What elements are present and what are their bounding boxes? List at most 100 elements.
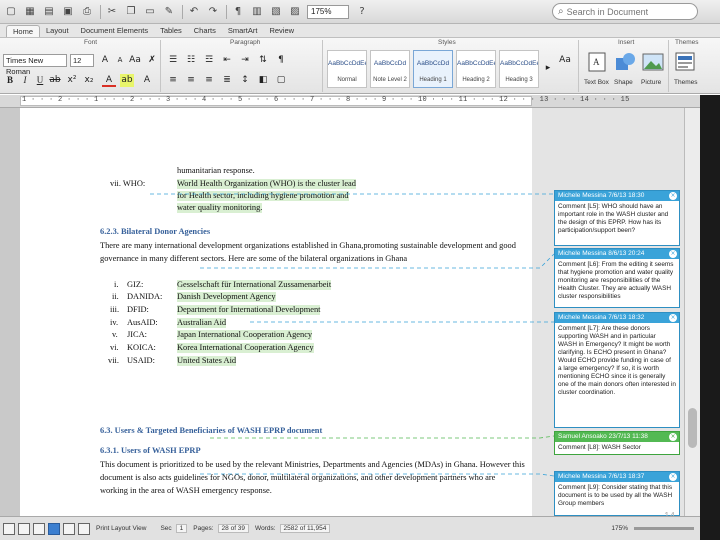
strikethrough-icon[interactable]: ab [48,74,62,87]
tab-smartart[interactable]: SmartArt [222,25,264,37]
decrease-indent-icon[interactable]: ⇤ [220,54,234,67]
notebook-view-icon[interactable] [63,522,75,535]
comment-balloon[interactable]: Michele Messina 7/6/13 18:37 × Comment [… [554,471,680,516]
borders-icon[interactable]: ▢ [274,74,288,87]
superscript-icon[interactable]: x² [65,74,79,87]
scroll-thumb[interactable] [688,408,697,448]
shading-icon[interactable]: ◧ [256,74,270,87]
vertical-scrollbar[interactable] [684,108,700,516]
comment-date: 8/6/13 20:24 [608,250,645,257]
close-comment-icon[interactable]: × [669,314,677,322]
themes-icon[interactable] [672,50,698,74]
shape-icon[interactable] [612,50,638,74]
open-icon[interactable]: ▤ [42,5,56,19]
templates-icon[interactable]: ▦ [23,5,37,19]
close-comment-icon[interactable]: × [669,433,677,441]
zoom-select[interactable]: 175% [307,4,349,19]
align-left-icon[interactable]: ≡ [166,74,180,87]
focus-view-icon[interactable] [78,522,90,535]
status-zoom[interactable]: 175% [611,525,628,532]
outline-view-icon[interactable] [18,522,30,535]
line-spacing-icon[interactable]: ↕ [238,74,252,87]
clear-format-icon[interactable]: ✗ [145,54,159,67]
multilevel-list-icon[interactable]: ☲ [202,54,216,67]
show-marks-icon[interactable]: ¶ [274,54,288,67]
ribbon-tab-bar: Home Layout Document Elements Tables Cha… [0,24,720,38]
bold-icon[interactable]: B [3,74,17,87]
draft-view-icon[interactable] [3,522,15,535]
sidebar-icon[interactable]: ▥ [250,5,264,19]
comment-balloon[interactable]: Samuel Ansoako 23/7/13 11:38 × Comment [… [554,431,680,455]
text-box-icon[interactable]: A [584,50,610,74]
format-painter-icon[interactable]: ✎ [162,5,176,19]
print-icon[interactable]: ⎙ [80,5,94,19]
tab-charts[interactable]: Charts [188,25,222,37]
themes-label: Themes [674,79,698,86]
new-document-icon[interactable]: ▢ [4,5,18,19]
comment-balloon[interactable]: Michele Messina 7/6/13 18:30 × Comment [… [554,190,680,246]
tab-tables[interactable]: Tables [154,25,188,37]
save-icon[interactable]: ▣ [61,5,75,19]
numbering-icon[interactable]: ☷ [184,54,198,67]
comment-date: 7/6/13 18:37 [608,473,645,480]
toolbox-icon[interactable]: ▧ [269,5,283,19]
paragraph-line: This document is prioritized to be used … [100,460,525,469]
media-browser-icon[interactable]: ▨ [288,5,302,19]
underline-icon[interactable]: U [33,74,47,87]
styles-more-icon[interactable]: ▸ [541,62,555,75]
font-color-icon[interactable]: A [102,74,116,87]
tab-document-elements[interactable]: Document Elements [75,25,155,37]
pages-label: Pages: [193,525,214,532]
style-heading-3[interactable]: AaBbCcDdEe Heading 3 [499,50,539,88]
justify-icon[interactable]: ≣ [220,74,234,87]
bullets-icon[interactable]: ☰ [166,54,180,67]
font-name-select[interactable]: Times New Roman [3,54,67,76]
styles-pane-icon[interactable]: Aa [558,54,572,67]
comment-balloon[interactable]: Michele Messina 8/6/13 20:24 × Comment [… [554,248,680,308]
horizontal-ruler[interactable]: 1 · · · 2 · · · 1 · · · 2 · · · 3 · · · … [0,95,700,108]
print-layout-view-icon[interactable] [48,522,60,535]
subscript-icon[interactable]: x₂ [82,74,96,87]
heading-bilateral-donor-agencies: 6.2.3. Bilateral Donor Agencies [100,227,211,236]
view-name: Print Layout View [96,525,147,532]
style-heading-1[interactable]: AaBbCcDd Heading 1 [413,50,453,88]
picture-icon[interactable] [640,50,666,74]
italic-icon[interactable]: I [18,74,32,87]
increase-indent-icon[interactable]: ⇥ [238,54,252,67]
tab-review[interactable]: Review [263,25,300,37]
zoom-slider[interactable] [634,527,694,530]
publishing-view-icon[interactable] [33,522,45,535]
font-size-select[interactable]: 12 [70,54,94,67]
tab-home[interactable]: Home [6,25,41,37]
close-comment-icon[interactable]: × [669,250,677,258]
highlight-icon[interactable]: ab [120,74,134,87]
redo-icon[interactable]: ↷ [206,5,220,19]
paste-icon[interactable]: ▭ [143,5,157,19]
close-comment-icon[interactable]: × [669,473,677,481]
close-comment-icon[interactable]: × [669,192,677,200]
search-input[interactable] [566,6,677,17]
style-note-level-2[interactable]: AaBbCcDd Note Level 2 [370,50,410,88]
shrink-font-icon[interactable]: A [113,54,127,67]
text-effects-icon[interactable]: A [140,74,154,87]
style-normal[interactable]: AaBbCcDdEe Normal [327,50,367,88]
align-center-icon[interactable]: ≡ [184,74,198,87]
document-page[interactable]: humanitarian response. vii. WHO: World H… [20,108,532,516]
cut-icon[interactable]: ✂ [105,5,119,19]
agency-name: Japan International Cooperation Agency [177,330,313,340]
change-case-icon[interactable]: Aa [128,54,142,67]
words-label: Words: [255,525,276,532]
tab-layout[interactable]: Layout [40,25,75,37]
sort-icon[interactable]: ⇅ [256,54,270,67]
style-name: Heading 1 [419,77,447,83]
pilcrow-icon[interactable]: ¶ [231,5,245,19]
comment-text: Comment [L6]: From the editing it seems … [558,261,674,300]
style-heading-2[interactable]: AaBbCcDdEe Heading 2 [456,50,496,88]
search-box[interactable]: ⌕ [552,3,698,20]
help-icon[interactable]: ? [355,5,369,19]
grow-font-icon[interactable]: A [98,54,112,67]
undo-icon[interactable]: ↶ [187,5,201,19]
comment-balloon[interactable]: Michele Messina 7/6/13 18:32 × Comment [… [554,312,680,428]
copy-icon[interactable]: ❐ [124,5,138,19]
align-right-icon[interactable]: ≡ [202,74,216,87]
